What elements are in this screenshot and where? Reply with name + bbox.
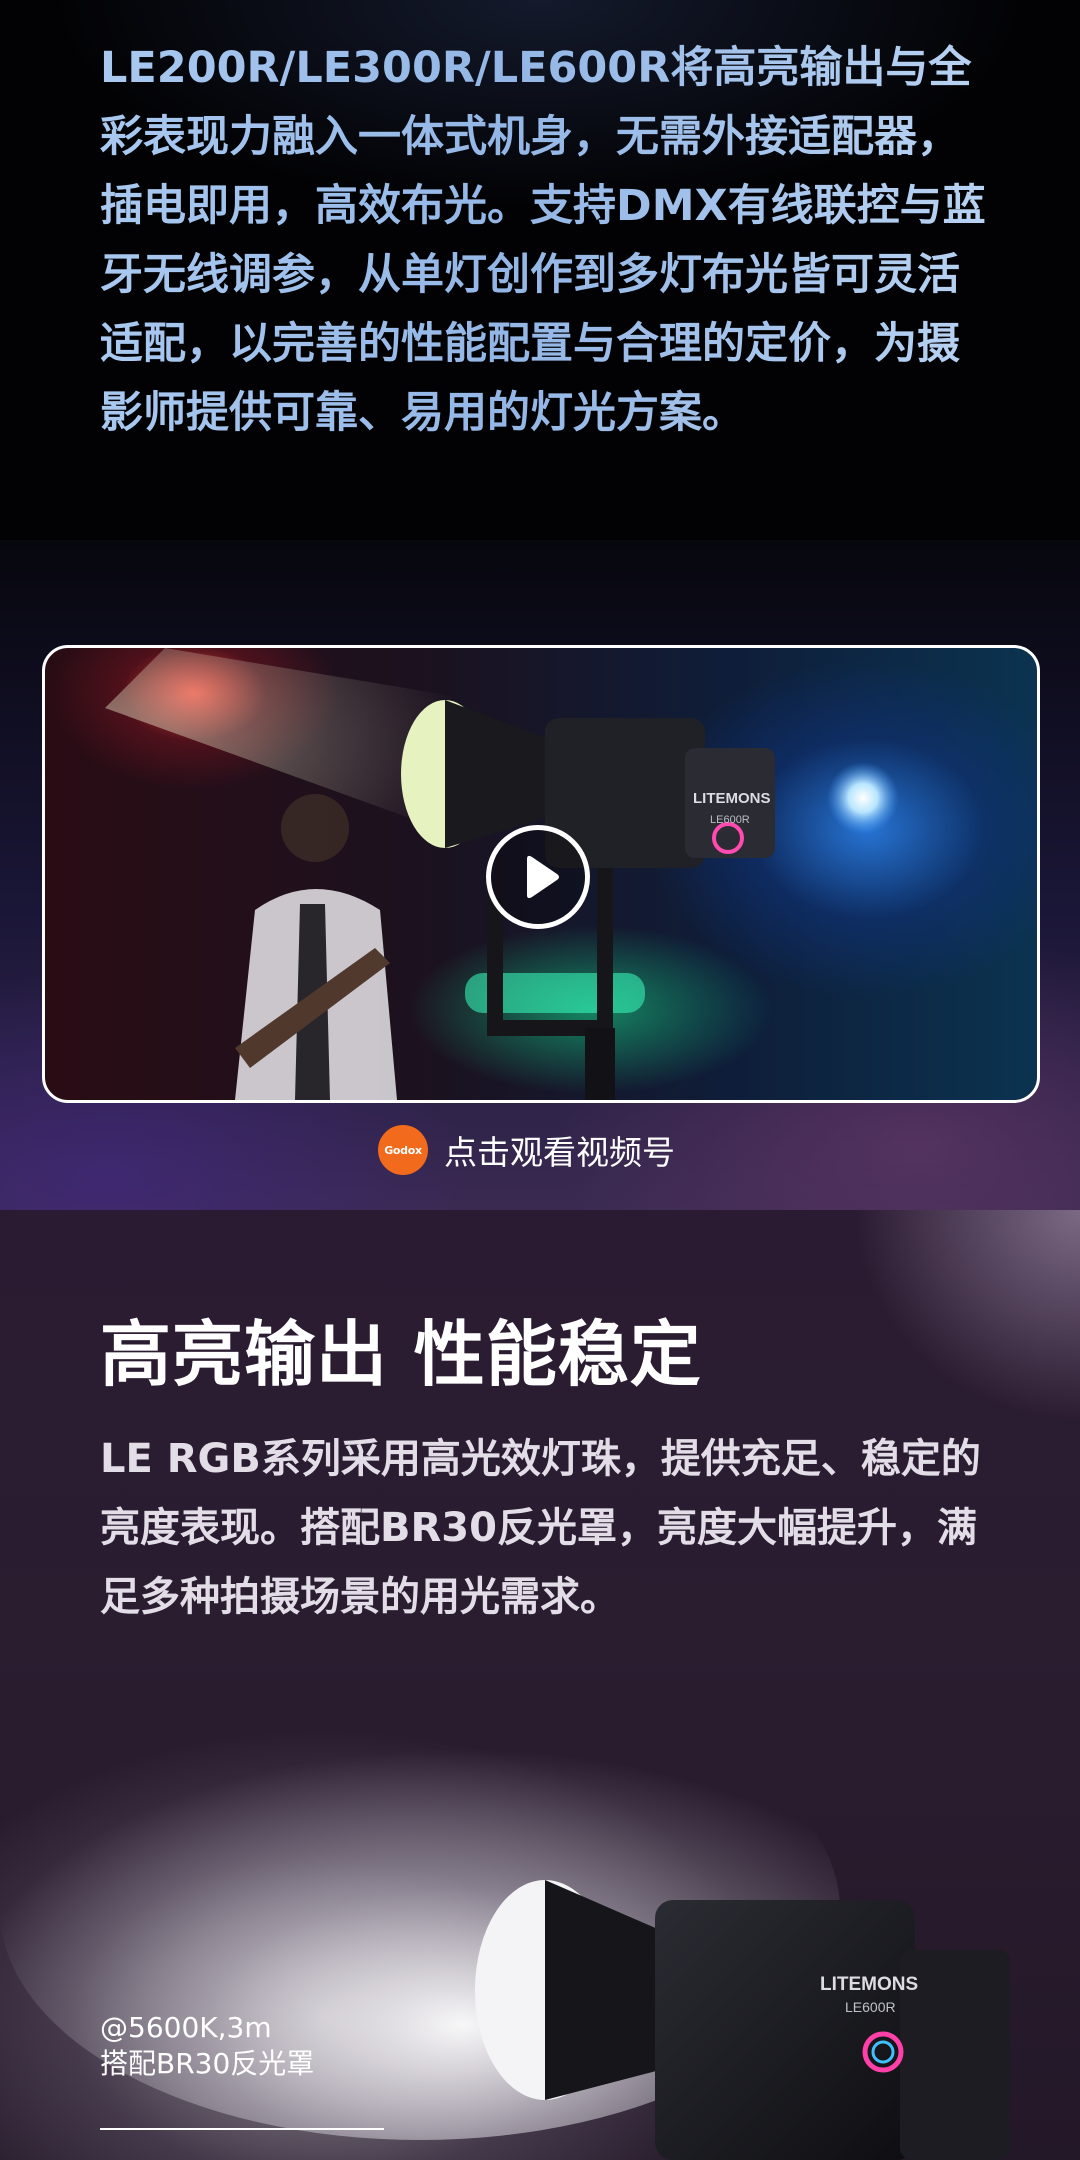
- video-caption-row[interactable]: Godox 点击观看视频号: [378, 1125, 675, 1175]
- logo-text: Godox: [384, 1143, 422, 1157]
- video-light-model: LE600R: [710, 814, 750, 826]
- note-condition: @5600K,3m: [100, 2011, 272, 2044]
- intro-paragraph: LE200R/LE300R/LE600R将高亮输出与全彩表现力融入一体式机身，无…: [100, 34, 1000, 448]
- feature-light-brand: LITEMONS: [820, 1974, 918, 1995]
- godox-logo-icon: Godox: [378, 1125, 428, 1175]
- intro-section: LE200R/LE300R/LE600R将高亮输出与全彩表现力融入一体式机身，无…: [0, 0, 1080, 540]
- play-button[interactable]: [486, 825, 590, 929]
- video-section: LITEMONS LE600R Godox 点击观看视频号: [0, 540, 1080, 1210]
- play-icon: [527, 855, 559, 899]
- feature-light-model: LE600R: [845, 1999, 896, 2015]
- note-accessory: 搭配BR30反光罩: [100, 2047, 315, 2080]
- video-thumbnail[interactable]: LITEMONS LE600R: [42, 645, 1040, 1103]
- note-divider: [100, 2128, 384, 2130]
- feature-title: 高亮输出 性能稳定: [100, 1313, 702, 1396]
- test-condition-note: @5600K,3m 搭配BR30反光罩: [100, 2010, 314, 2082]
- video-light-brand: LITEMONS: [693, 790, 771, 807]
- light-fixture-graphic: [401, 700, 775, 1100]
- watch-video-link[interactable]: 点击观看视频号: [444, 1126, 675, 1174]
- feature-section: LITEMONS LE600R 高亮输出 性能稳定 LE RGB系列采用高光效灯…: [0, 1210, 1080, 2160]
- feature-description: LE RGB系列采用高光效灯珠，提供充足、稳定的亮度表现。搭配BR30反光罩，亮…: [100, 1436, 981, 1620]
- product-detail-page: LE200R/LE300R/LE600R将高亮输出与全彩表现力融入一体式机身，无…: [0, 0, 1080, 2160]
